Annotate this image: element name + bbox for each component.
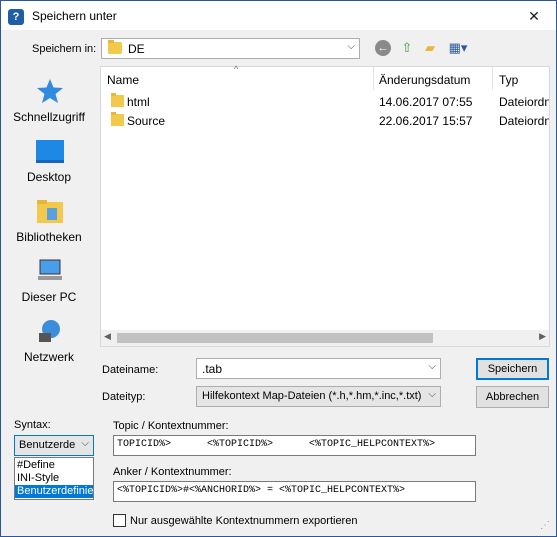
computer-icon xyxy=(38,259,62,280)
place-label: Dieser PC xyxy=(21,290,77,304)
anchor-input[interactable]: <%TOPICID%>#<%ANCHORID%> = <%TOPIC_HELPC… xyxy=(113,481,476,502)
place-network[interactable]: Netzwerk xyxy=(3,312,95,372)
topic-label: Topic / Kontextnummer: xyxy=(113,420,229,432)
file-list[interactable]: ^ Name Änderungsdatum Typ html 14.06.201… xyxy=(100,64,550,347)
save-in-dropdown[interactable]: DE ⌵ xyxy=(101,38,360,59)
folder-icon xyxy=(111,93,124,107)
filename-input[interactable]: .tab ⌵ xyxy=(196,358,441,379)
syntax-label: Syntax: xyxy=(14,419,51,431)
view-menu-icon[interactable]: ▦▾ xyxy=(445,39,471,57)
syntax-options-list[interactable]: #Define INI-Style Benutzerdefinie xyxy=(14,457,94,500)
star-icon xyxy=(37,79,63,103)
file-name: html xyxy=(127,95,150,109)
anchor-label: Anker / Kontextnummer: xyxy=(113,466,232,478)
window-title: Speichern unter xyxy=(32,9,117,23)
network-icon xyxy=(39,320,60,342)
save-in-label: Speichern in: xyxy=(32,43,97,55)
cancel-button[interactable]: Abbrechen xyxy=(476,386,549,408)
place-desktop[interactable]: Desktop xyxy=(3,132,95,192)
chevron-down-icon[interactable]: ⌵ xyxy=(428,361,436,372)
export-checkbox-label[interactable]: Nur ausgewählte Kontextnummern exportier… xyxy=(130,515,357,527)
folder-icon xyxy=(111,112,124,126)
title-bar: ? Speichern unter ✕ xyxy=(1,1,556,30)
export-checkbox[interactable] xyxy=(113,514,126,527)
table-row[interactable]: Source 22.06.2017 15:57 Dateiordner xyxy=(101,112,549,130)
scroll-right-icon[interactable]: ▶ xyxy=(539,331,546,342)
horizontal-scrollbar[interactable]: ◀ ▶ xyxy=(101,330,549,346)
topic-input[interactable]: TOPICID%> <%TOPICID%> <%TOPIC_HELPCONTEX… xyxy=(113,435,476,456)
resize-grip-icon[interactable]: ⋰ xyxy=(540,520,554,534)
column-separator[interactable] xyxy=(373,67,374,90)
chevron-down-icon: ⌵ xyxy=(428,389,436,400)
file-type: Dateiordner xyxy=(499,95,549,109)
libraries-icon xyxy=(37,200,63,223)
scroll-left-icon[interactable]: ◀ xyxy=(104,331,111,342)
places-bar: Schnellzugriff Desktop Bibliotheken Dies… xyxy=(3,66,95,396)
place-label: Desktop xyxy=(26,170,72,184)
column-separator[interactable] xyxy=(492,67,493,90)
syntax-value: Benutzerde xyxy=(19,439,76,451)
file-date: 22.06.2017 15:57 xyxy=(379,114,473,128)
filetype-value: Hilfekontext Map-Dateien (*.h,*.hm,*.inc… xyxy=(202,390,422,402)
filename-label: Dateiname: xyxy=(102,364,159,376)
syntax-option-define[interactable]: #Define xyxy=(15,459,93,472)
place-label: Bibliotheken xyxy=(16,230,82,244)
save-in-value: DE xyxy=(128,42,145,56)
column-header-name[interactable]: Name xyxy=(107,73,139,87)
syntax-option-custom[interactable]: Benutzerdefinie xyxy=(15,485,93,498)
app-icon: ? xyxy=(8,9,24,25)
column-header-type[interactable]: Typ xyxy=(499,73,518,87)
file-name: Source xyxy=(127,114,166,128)
place-label: Schnellzugriff xyxy=(13,110,85,124)
sort-arrow-icon: ^ xyxy=(234,64,239,74)
back-icon[interactable]: ← xyxy=(375,40,391,56)
place-label: Netzwerk xyxy=(23,350,74,364)
save-button[interactable]: Speichern xyxy=(476,358,549,380)
syntax-option-ini-style[interactable]: INI-Style xyxy=(15,472,93,485)
up-folder-icon[interactable]: ⇧ xyxy=(398,39,416,57)
new-folder-icon[interactable]: ▰ xyxy=(421,39,439,57)
filetype-label: Dateityp: xyxy=(102,391,146,403)
place-quick-access[interactable]: Schnellzugriff xyxy=(3,72,95,132)
filename-value: .tab xyxy=(202,362,223,376)
table-row[interactable]: html 14.06.2017 07:55 Dateiordner xyxy=(101,93,549,111)
folder-icon xyxy=(108,40,122,54)
desktop-icon xyxy=(36,140,64,163)
column-header-date[interactable]: Änderungsdatum xyxy=(379,73,470,87)
chevron-down-icon: ⌵ xyxy=(347,41,355,52)
chevron-down-icon: ⌵ xyxy=(81,438,89,449)
scrollbar-thumb[interactable] xyxy=(117,333,433,343)
file-type: Dateiordner xyxy=(499,114,549,128)
place-this-pc[interactable]: Dieser PC xyxy=(3,252,95,312)
place-libraries[interactable]: Bibliotheken xyxy=(3,192,95,252)
syntax-dropdown[interactable]: Benutzerde ⌵ xyxy=(14,435,94,456)
file-date: 14.06.2017 07:55 xyxy=(379,95,473,109)
close-icon[interactable]: ✕ xyxy=(517,5,551,27)
filetype-dropdown[interactable]: Hilfekontext Map-Dateien (*.h,*.hm,*.inc… xyxy=(196,386,441,407)
